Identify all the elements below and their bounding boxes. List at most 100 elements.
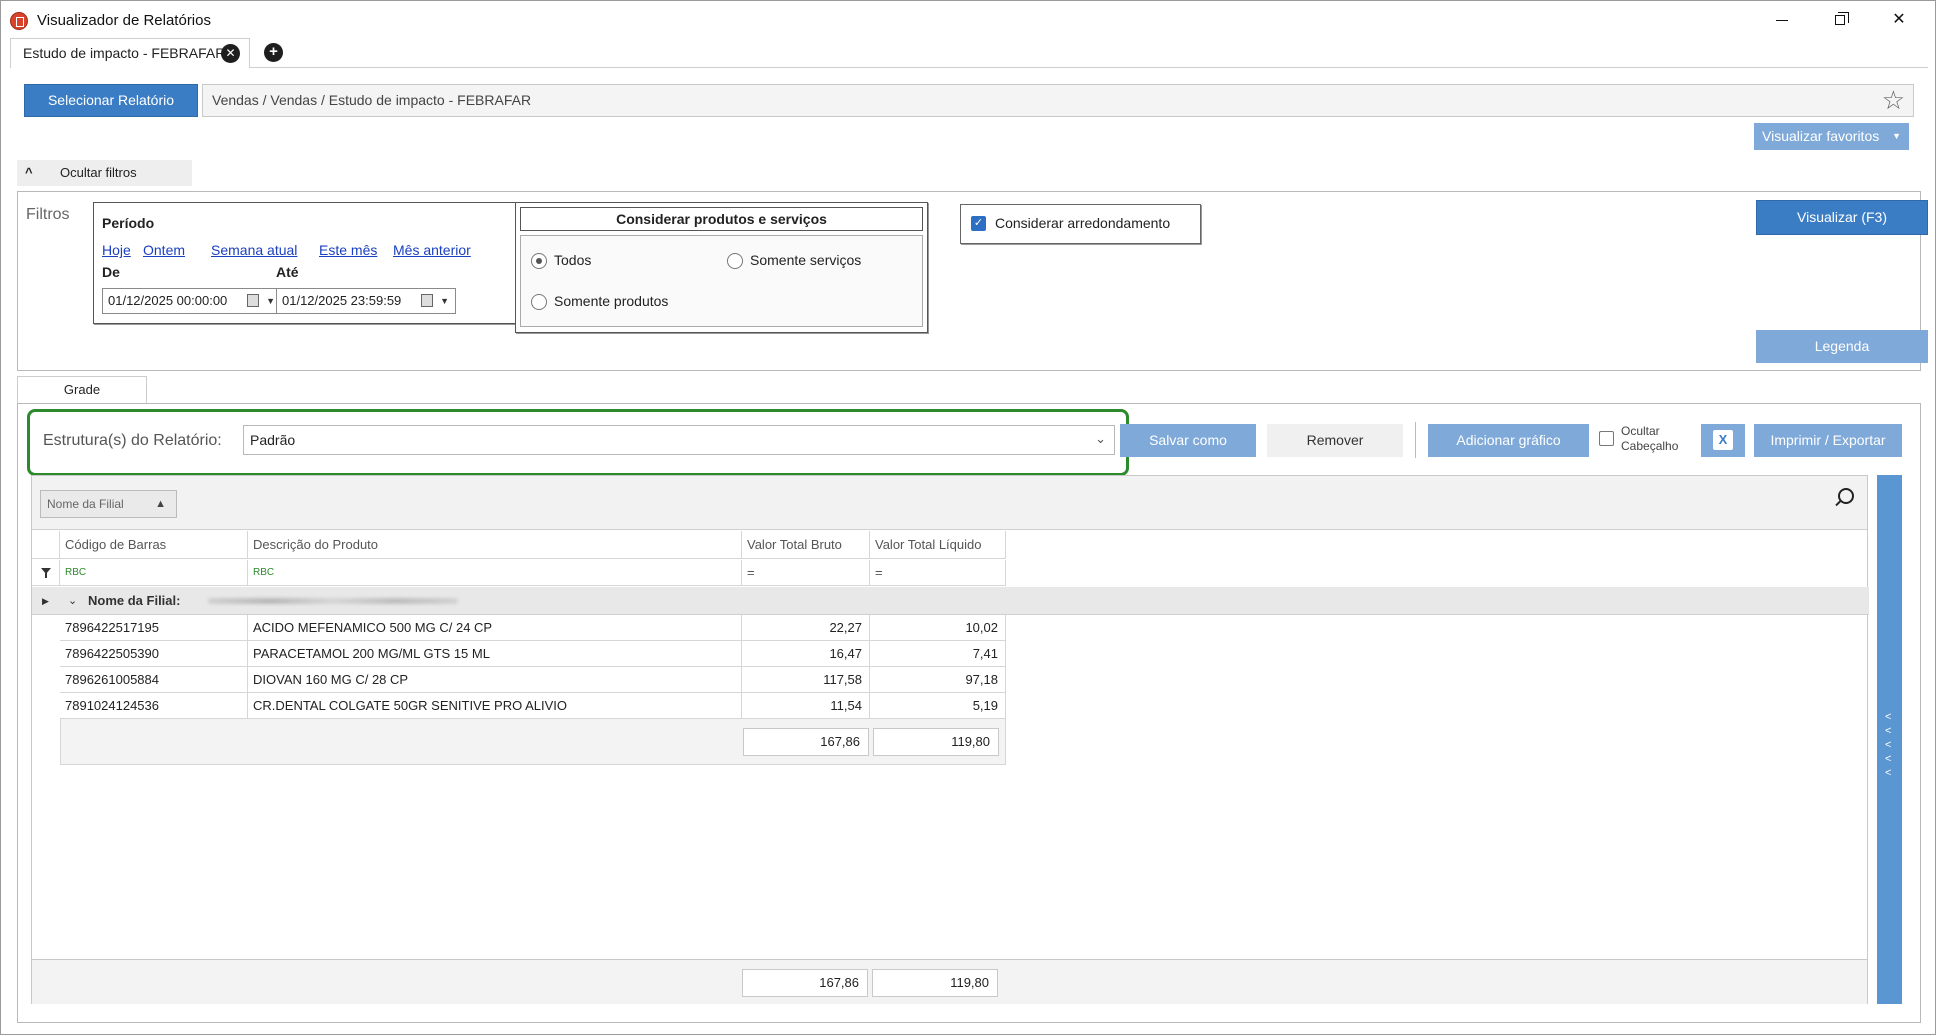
hide-filters-toggle[interactable]: ^ Ocultar filtros <box>17 160 192 186</box>
column-header-valor-bruto[interactable]: Valor Total Bruto <box>742 531 870 559</box>
group-chip-label: Nome da Filial <box>47 497 124 511</box>
column-header-codigo-barras[interactable]: Código de Barras <box>60 531 248 559</box>
cell-barcode: 7896261005884 <box>60 667 248 693</box>
group-total-net: 119,80 <box>873 728 999 756</box>
excel-export-button[interactable]: X <box>1701 424 1745 457</box>
view-favorites-button[interactable]: Visualizar favoritos ▼ <box>1754 123 1909 150</box>
star-icon[interactable]: ☆ <box>1882 86 1905 114</box>
radio-somente-servicos-label: Somente serviços <box>750 252 862 268</box>
hide-header-line2: Cabeçalho <box>1621 439 1679 453</box>
cell-gross: 16,47 <box>742 641 870 667</box>
expand-panel-icon: < < < < < <box>1885 711 1892 779</box>
radio-somente-produtos-label: Somente produtos <box>554 293 669 309</box>
table-row[interactable]: 7896422505390 PARACETAMOL 200 MG/ML GTS … <box>60 641 1006 667</box>
filters-section-label: Filtros <box>26 206 70 223</box>
hide-header-label: Ocultar Cabeçalho <box>1621 424 1678 454</box>
select-report-button[interactable]: Selecionar Relatório <box>24 84 198 117</box>
period-group: Período Hoje Ontem Semana atual Este mês… <box>93 202 523 324</box>
tab-estudo-impacto[interactable]: Estudo de impacto - FEBRAFAR ✕ <box>10 38 250 68</box>
period-link-hoje[interactable]: Hoje <box>102 242 131 258</box>
caret-down-icon[interactable]: ▼ <box>266 289 275 313</box>
period-link-ontem[interactable]: Ontem <box>143 242 185 258</box>
close-window-button[interactable]: ✕ <box>1871 5 1927 35</box>
data-grid: Nome da Filial ▲ Código de Barras Descri… <box>31 475 1869 1004</box>
period-link-semana-atual[interactable]: Semana atual <box>211 242 297 258</box>
filter-cell-descricao[interactable]: RBC <box>248 560 742 586</box>
to-date-value: 01/12/2025 23:59:59 <box>282 293 402 308</box>
cell-barcode: 7891024124536 <box>60 693 248 719</box>
products-services-options: Todos Somente serviços Somente produtos <box>520 235 923 327</box>
chevron-down-icon[interactable]: ⌄ <box>68 587 77 615</box>
filter-cell-valor-bruto[interactable]: = <box>742 560 870 586</box>
cell-description: CR.DENTAL COLGATE 50GR SENITIVE PRO ALIV… <box>248 693 742 719</box>
products-services-group: Considerar produtos e serviços Todos Som… <box>515 202 928 333</box>
restore-icon <box>1835 12 1849 25</box>
excel-icon: X <box>1713 430 1733 450</box>
toolbar-divider <box>1415 422 1416 458</box>
radio-todos-label: Todos <box>554 252 592 268</box>
search-icon[interactable] <box>1838 488 1854 504</box>
cell-barcode: 7896422505390 <box>60 641 248 667</box>
title-bar: Visualizador de Relatórios ✕ <box>1 1 1935 41</box>
cell-description: PARACETAMOL 200 MG/ML GTS 15 ML <box>248 641 742 667</box>
filters-panel: Filtros Período Hoje Ontem Semana atual … <box>17 191 1928 371</box>
group-label: Nome da Filial: <box>88 593 181 608</box>
tab-label: Estudo de impacto - FEBRAFAR <box>23 45 226 61</box>
radio-unselected-icon <box>531 294 547 310</box>
report-path: Vendas / Vendas / Estudo de impacto - FE… <box>202 84 1914 117</box>
cell-description: DIOVAN 160 MG C/ 28 CP <box>248 667 742 693</box>
save-as-button[interactable]: Salvar como <box>1120 424 1256 457</box>
filter-icon <box>41 568 51 578</box>
column-header-valor-liquido[interactable]: Valor Total Líquido <box>870 531 1006 559</box>
checkbox-unchecked-icon[interactable] <box>1599 431 1614 446</box>
minimize-icon <box>1776 20 1788 21</box>
remove-button[interactable]: Remover <box>1267 424 1403 457</box>
hide-filters-label: Ocultar filtros <box>60 165 137 180</box>
to-date-input[interactable]: 01/12/2025 23:59:59 ▼ <box>276 288 456 314</box>
window-title: Visualizador de Relatórios <box>37 12 211 29</box>
column-header-descricao[interactable]: Descrição do Produto <box>248 531 742 559</box>
print-export-button[interactable]: Imprimir / Exportar <box>1754 424 1902 457</box>
structure-select[interactable]: Padrão ⌄ <box>243 425 1115 455</box>
period-title: Período <box>102 215 155 231</box>
calendar-icon[interactable] <box>421 294 433 307</box>
rounding-label: Considerar arredondamento <box>995 215 1171 231</box>
structure-label: Estrutura(s) do Relatório: <box>43 432 222 449</box>
table-row[interactable]: 7896422517195 ACIDO MEFENAMICO 500 MG C/… <box>60 615 1006 641</box>
table-row[interactable]: 7891024124536 CR.DENTAL COLGATE 50GR SEN… <box>60 693 1006 719</box>
add-tab-icon[interactable]: + <box>264 43 283 62</box>
view-f3-button[interactable]: Visualizar (F3) <box>1756 200 1928 235</box>
period-link-mes-anterior[interactable]: Mês anterior <box>393 242 471 258</box>
from-date-input[interactable]: 01/12/2025 00:00:00 ▼ <box>102 288 282 314</box>
checkbox-checked-icon[interactable]: ✓ <box>971 216 986 231</box>
maximize-button[interactable] <box>1813 5 1869 35</box>
grade-panel: Estrutura(s) do Relatório: Padrão ⌄ Salv… <box>17 403 1921 1023</box>
collapsed-side-panel[interactable]: < < < < < <box>1877 475 1902 1004</box>
filter-cell-valor-liquido[interactable]: = <box>870 560 1006 586</box>
legend-button[interactable]: Legenda <box>1756 330 1928 363</box>
rounding-option[interactable]: ✓ Considerar arredondamento <box>960 204 1201 244</box>
minimize-button[interactable] <box>1754 5 1810 35</box>
chevron-down-icon: ⌄ <box>1095 431 1106 446</box>
group-chip-nome-filial[interactable]: Nome da Filial ▲ <box>40 490 177 518</box>
from-date-value: 01/12/2025 00:00:00 <box>108 293 228 308</box>
table-row[interactable]: 7896261005884 DIOVAN 160 MG C/ 28 CP 117… <box>60 667 1006 693</box>
cell-gross: 117,58 <box>742 667 870 693</box>
cell-gross: 11,54 <box>742 693 870 719</box>
cell-net: 97,18 <box>870 667 1006 693</box>
close-tab-icon[interactable]: ✕ <box>221 44 240 63</box>
caret-down-icon[interactable]: ▼ <box>440 289 449 313</box>
chevron-up-icon: ^ <box>25 165 33 180</box>
tab-grade[interactable]: Grade <box>17 376 147 404</box>
filter-cell-codigo-barras[interactable]: RBC <box>60 560 248 586</box>
products-services-title: Considerar produtos e serviços <box>520 207 923 231</box>
group-summary-row: 167,86 119,80 <box>60 719 1006 765</box>
to-label: Até <box>276 264 299 280</box>
caret-down-icon: ▼ <box>1892 131 1901 141</box>
cell-net: 5,19 <box>870 693 1006 719</box>
period-link-este-mes[interactable]: Este mês <box>319 242 377 258</box>
group-total-gross: 167,86 <box>743 728 869 756</box>
add-chart-button[interactable]: Adicionar gráfico <box>1428 424 1589 457</box>
group-row[interactable]: ▶ ⌄ Nome da Filial: <box>32 587 1869 615</box>
calendar-icon[interactable] <box>247 294 259 307</box>
